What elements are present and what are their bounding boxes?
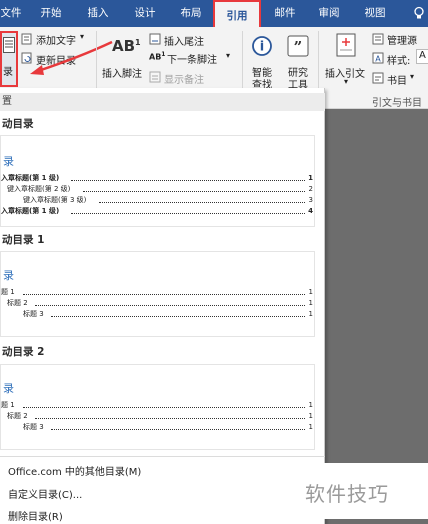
endnote-icon: [149, 33, 161, 45]
next-footnote-icon: AB1: [149, 51, 166, 62]
bibliography-button[interactable]: 书目: [387, 72, 407, 87]
toc-preview-1[interactable]: 录 入章标题(第 1 级) 1 键入章标题(第 2 级) 2 键入章标题(第 3…: [0, 135, 315, 227]
tab-references[interactable]: 引用: [213, 0, 261, 30]
insert-footnote-button[interactable]: 插入脚注: [102, 65, 142, 80]
footnote-icon: AB1: [112, 37, 141, 55]
toc-preview-heading: 录: [3, 382, 14, 395]
smart-lookup-icon: i: [252, 36, 272, 56]
document-icon: [3, 37, 15, 53]
menu-divider: [0, 456, 325, 457]
tab-layout[interactable]: 布局: [174, 0, 208, 27]
tab-file[interactable]: 文件: [0, 0, 22, 27]
toc-preview-line: 入章标题(第 1 级) 4: [1, 207, 313, 215]
style-label: 样式:: [387, 56, 411, 67]
chevron-down-icon[interactable]: ▾: [410, 72, 414, 81]
remove-toc-menu-item[interactable]: 删除目录(R): [8, 508, 63, 523]
more-toc-menu-item[interactable]: Office.com 中的其他目录(M): [8, 463, 141, 478]
tab-insert[interactable]: 插入: [81, 0, 115, 27]
toc-preview-line: 题 1 1: [1, 288, 313, 296]
custom-toc-menu-item[interactable]: 自定义目录(C)...: [8, 486, 82, 501]
svg-text:i: i: [260, 40, 264, 55]
toc-preview-line: 入章标题(第 1 级) 1: [1, 174, 313, 182]
toc-preview-3[interactable]: 录 题 1 1 标题 2 1 标题 3 1: [0, 364, 315, 450]
watermark: 软件技巧: [297, 463, 428, 519]
toc-preview-line: 键入章标题(第 2 级) 2: [7, 185, 313, 193]
insert-citation-icon: [336, 33, 356, 57]
toc-preview-line: 标题 3 1: [23, 310, 313, 318]
chevron-down-icon[interactable]: ▾: [344, 77, 348, 86]
research-quote-icon: ”: [287, 35, 309, 57]
toc-preview-line: 键入章标题(第 3 级) 3: [23, 196, 313, 204]
show-notes-button[interactable]: 显示备注: [164, 71, 204, 86]
auto-toc-title: 动目录: [2, 118, 34, 130]
chevron-down-icon[interactable]: ▾: [226, 51, 230, 60]
style-icon: A: [372, 52, 384, 64]
show-notes-icon: [149, 71, 161, 83]
tab-review[interactable]: 审阅: [312, 0, 346, 27]
builtin-section-header: 置: [0, 93, 325, 111]
toc-preview-heading: 录: [3, 155, 14, 168]
bibliography-icon: [372, 72, 384, 84]
svg-text:”: ”: [294, 38, 303, 56]
auto-toc-1-title: 动目录 1: [2, 234, 45, 246]
toc-preview-heading: 录: [3, 269, 14, 282]
toc-button-label: 录: [3, 67, 13, 78]
toc-preview-line: 标题 2 1: [7, 412, 313, 420]
toc-preview-2[interactable]: 录 题 1 1 标题 2 1 标题 3 1: [0, 251, 315, 337]
manage-sources-button[interactable]: 管理源: [387, 32, 417, 47]
auto-toc-2-title: 动目录 2: [2, 346, 45, 358]
tab-mailings[interactable]: 邮件: [268, 0, 302, 27]
toc-dropdown: 置 动目录 录 入章标题(第 1 级) 1 键入章标题(第 2 级) 2 键入章…: [0, 88, 325, 524]
manage-sources-icon: [372, 33, 384, 45]
style-select[interactable]: A: [416, 49, 428, 64]
svg-text:A: A: [375, 55, 381, 64]
annotation-arrow-icon: [30, 40, 113, 75]
lightbulb-icon[interactable]: [412, 6, 426, 20]
tab-view[interactable]: 视图: [358, 0, 392, 27]
ribbon-tab-bar: 文件 开始 插入 设计 布局 引用 邮件 审阅 视图: [0, 0, 428, 30]
group-label-citations: 引文与书目: [372, 98, 422, 109]
toc-preview-line: 标题 3 1: [23, 423, 313, 431]
toc-button[interactable]: 录: [0, 31, 18, 87]
tab-home[interactable]: 开始: [34, 0, 68, 27]
next-footnote-button[interactable]: 下一条脚注: [167, 51, 217, 66]
toc-preview-line: 标题 2 1: [7, 299, 313, 307]
document-area: [325, 109, 428, 524]
watermark-text: 软件技巧: [305, 482, 389, 506]
tab-design[interactable]: 设计: [128, 0, 162, 27]
insert-endnote-button[interactable]: 插入尾注: [164, 33, 204, 48]
toc-preview-line: 题 1 1: [1, 401, 313, 409]
